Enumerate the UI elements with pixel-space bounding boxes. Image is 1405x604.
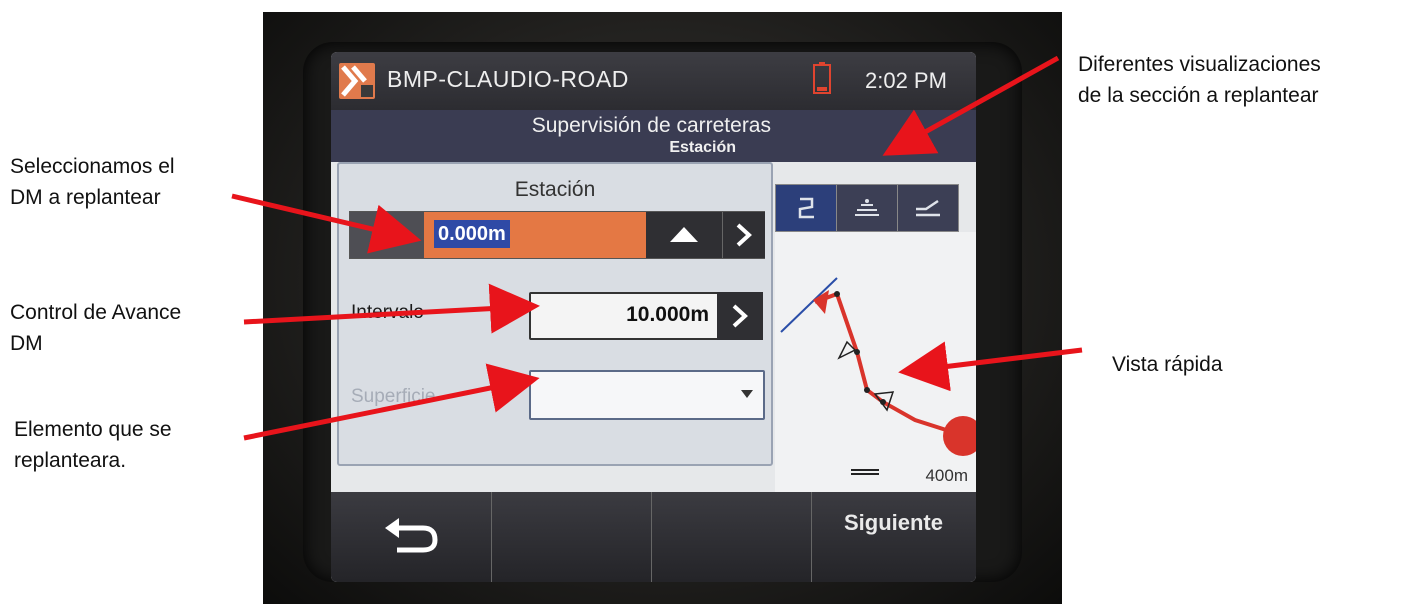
battery-low-icon: [813, 62, 831, 94]
back-arrow-icon: [385, 518, 438, 553]
quick-view-map[interactable]: 400m: [775, 232, 976, 492]
next-button-label: Siguiente: [843, 510, 943, 535]
annotation-advance: Control de Avance DM: [10, 301, 182, 355]
annotation-element: Elemento que se replanteara.: [14, 418, 172, 472]
interval-value: 10.000m: [626, 303, 709, 326]
annotation-views: Diferentes visualizaciones de la sección…: [1078, 53, 1321, 107]
device-screen: BMP-CLAUDIO-ROAD 2:02 PM Supervisión de …: [331, 52, 976, 582]
clock: 2:02 PM: [865, 68, 947, 93]
screen-title: Supervisión de carreteras: [531, 114, 771, 137]
back-button[interactable]: [331, 492, 492, 582]
alignment-preview: [780, 277, 976, 475]
surface-select[interactable]: [529, 370, 765, 420]
triangle-up-icon: [670, 227, 698, 242]
dropdown-caret-icon: [741, 390, 753, 398]
triangle-down-icon: [374, 228, 398, 242]
plan-view-icon: [798, 197, 814, 219]
interval-label: Intervalo: [351, 302, 424, 323]
station-value[interactable]: 0.000m: [434, 220, 510, 248]
profile-view-button[interactable]: [897, 184, 959, 232]
station-field[interactable]: 0.000m: [349, 211, 765, 259]
station-decrement-button[interactable]: [350, 212, 424, 258]
app-logo: [339, 63, 375, 99]
screen-header: Supervisión de carreteras Estación: [331, 110, 976, 162]
next-button[interactable]: Siguiente: [811, 492, 976, 582]
device-photo: BMP-CLAUDIO-ROAD 2:02 PM Supervisión de …: [263, 12, 1062, 604]
station-next-button[interactable]: [722, 212, 765, 258]
surface-label: Superficie: [351, 386, 436, 407]
chevron-right-icon: [736, 223, 752, 247]
screen-subtitle: Estación: [669, 139, 736, 156]
annotation-select-dm: Seleccionamos el DM a replantear: [10, 155, 175, 209]
plan-view-button[interactable]: [775, 184, 837, 232]
cross-section-icon: [855, 199, 879, 216]
title-bar: BMP-CLAUDIO-ROAD 2:02 PM: [331, 52, 976, 110]
profile-view-icon: [916, 199, 940, 217]
interval-input[interactable]: 10.000m: [529, 292, 721, 340]
softkey-3[interactable]: [651, 492, 812, 582]
cross-section-view-button[interactable]: [836, 184, 898, 232]
map-scale: 400m: [925, 466, 968, 485]
softkey-bar: Siguiente: [331, 492, 976, 582]
chevron-right-icon: [732, 304, 748, 328]
interval-next-button[interactable]: [717, 292, 763, 340]
station-increment-button[interactable]: [646, 212, 722, 258]
app-title: BMP-CLAUDIO-ROAD: [387, 66, 629, 92]
annotation-quick-view: Vista rápida: [1112, 353, 1223, 376]
station-label: Estación: [514, 178, 596, 201]
station-panel: Estación 0.000m Intervalo 10.000m Superf…: [337, 162, 773, 466]
softkey-2[interactable]: [491, 492, 652, 582]
